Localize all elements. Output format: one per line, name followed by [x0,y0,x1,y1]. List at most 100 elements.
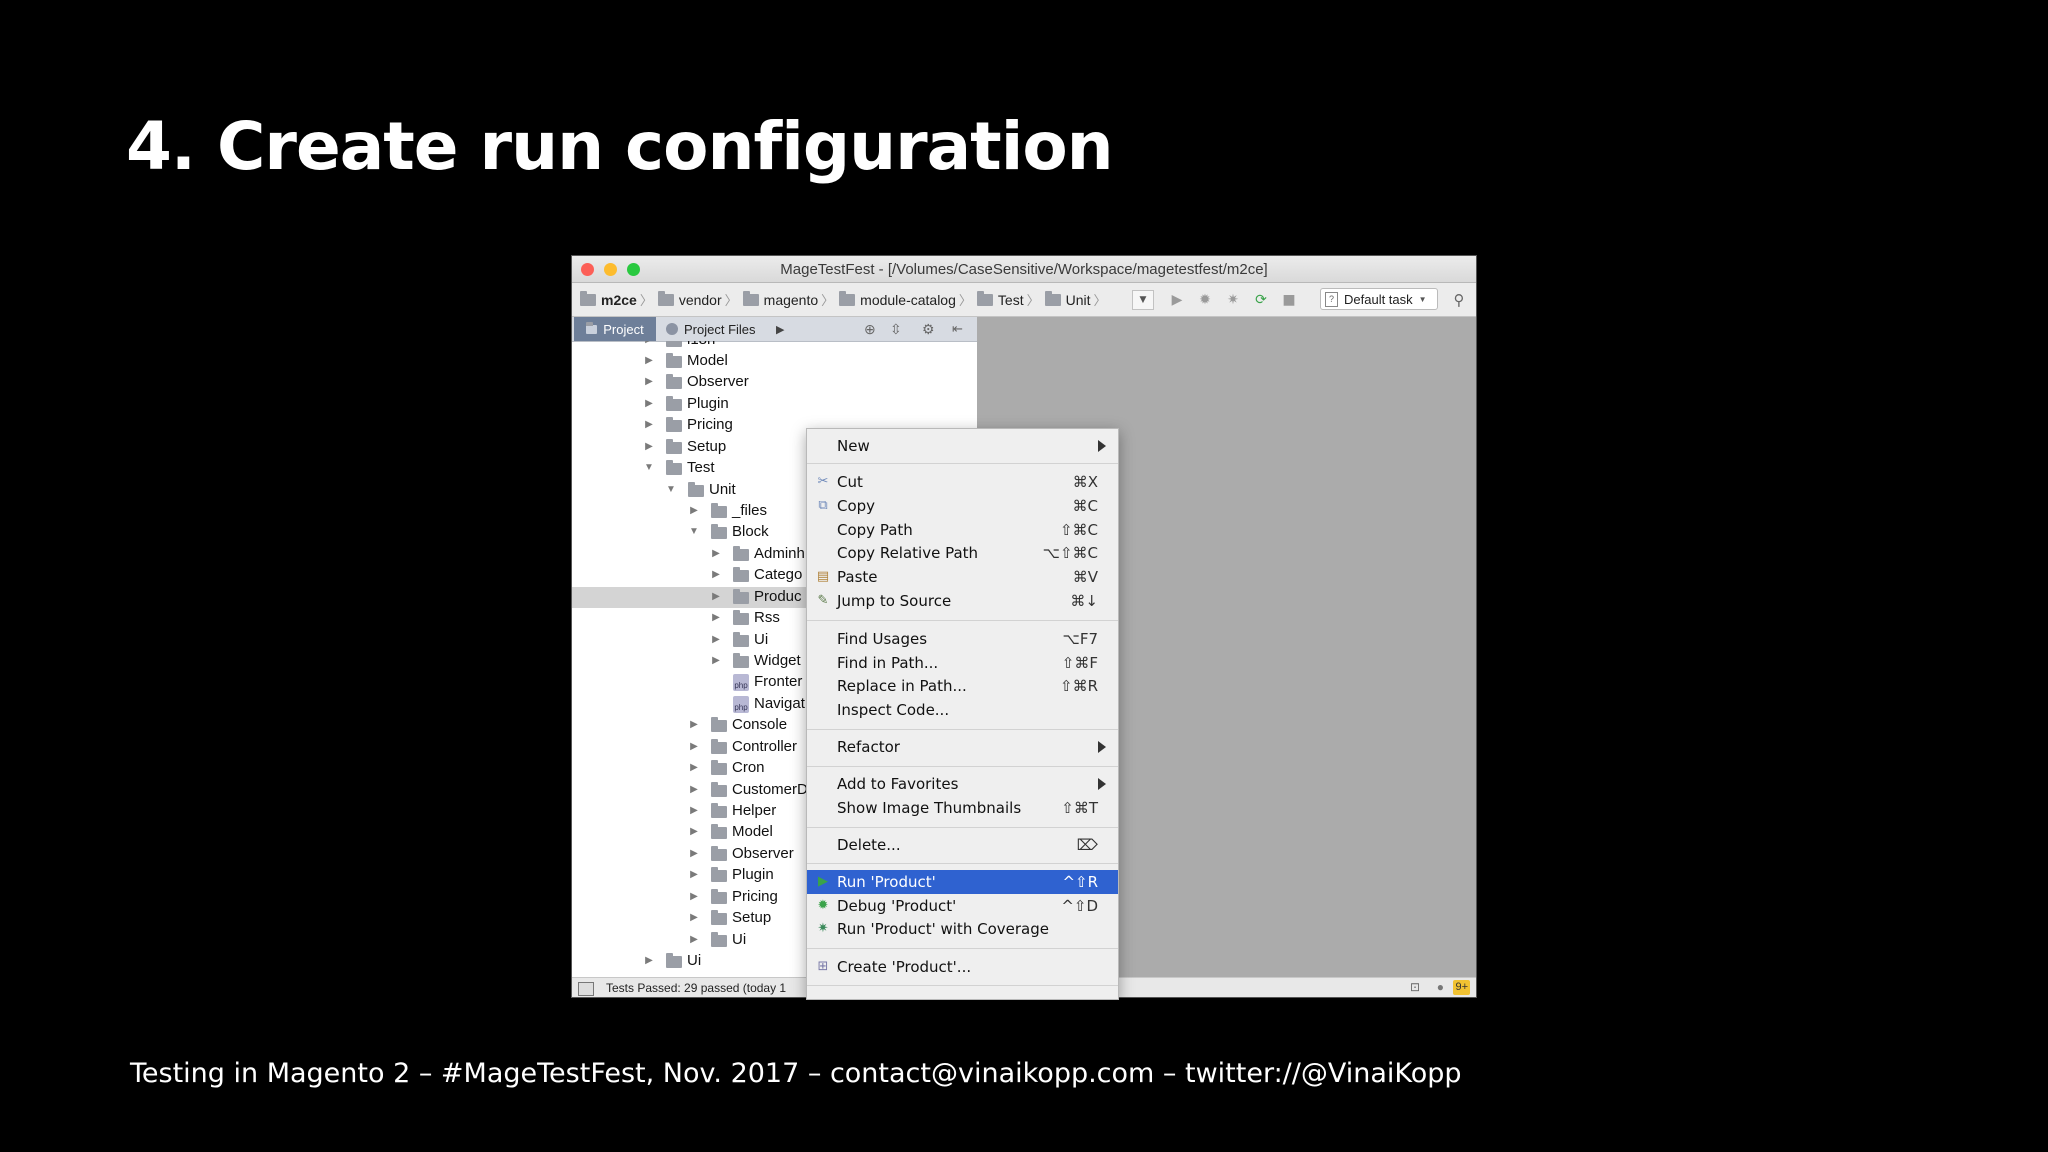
expand-arrow-icon[interactable]: ▶ [689,934,699,945]
expand-arrow-icon[interactable]: ▶ [689,848,699,859]
expand-arrow-icon[interactable]: ▶ [689,784,699,795]
expand-arrow-icon[interactable]: ▶ [644,355,654,366]
folder-icon [711,846,727,861]
tree-item[interactable]: ▶ Model [572,351,977,372]
menu-item-delete[interactable]: Delete... ⌦ [807,833,1118,857]
menu-item-paste[interactable]: ▤ Paste ⌘V [807,565,1118,589]
expand-arrow-icon[interactable]: ▶ [689,741,699,752]
expand-arrow-icon[interactable]: ▶ [711,655,721,666]
menu-item-run-with-coverage[interactable]: ✷ Run 'Product' with Coverage [807,917,1118,941]
breadcrumb-item-vendor[interactable]: vendor 〉 [657,290,743,309]
project-icon [586,321,598,334]
expand-arrow-icon[interactable]: ▶ [711,634,721,645]
menu-separator [807,827,1118,828]
tree-item[interactable]: ▶ Observer [572,372,977,393]
run-icon[interactable]: ▶ [1168,291,1186,309]
lock-icon[interactable]: ⊡ [1410,980,1420,994]
menu-item-run-product[interactable]: ▶ Run 'Product' ^⇧R [807,870,1118,894]
expand-arrow-icon[interactable]: ▶ [644,419,654,430]
chevron-right-icon: 〉 [1094,290,1100,309]
folder-icon [733,546,749,561]
tab-project[interactable]: Project [574,317,656,341]
folder-icon [666,353,682,368]
breadcrumb-item-module-catalog[interactable]: module-catalog 〉 [839,290,977,309]
collapse-arrow-icon[interactable]: ▼ [666,484,676,495]
expand-arrow-icon[interactable]: ▶ [644,955,654,966]
menu-item-add-to-favorites[interactable]: Add to Favorites [807,772,1118,796]
expand-arrow-icon[interactable]: ▶ [689,762,699,773]
project-files-icon [666,323,678,335]
default-task-combo[interactable]: ? Default task ▼ [1320,288,1438,310]
status-text: Tests Passed: 29 passed (today 1 [606,981,787,995]
collapse-arrow-icon[interactable]: ▼ [689,526,699,537]
expand-arrow-icon[interactable]: ▶ [644,398,654,409]
menu-item-copy[interactable]: ⧉ Copy ⌘C [807,494,1118,518]
folder-icon [711,803,727,818]
coverage-icon[interactable]: ✷ [1224,291,1242,309]
gear-icon[interactable]: ⚙ [922,317,935,341]
php-unit-icon: ⊞ [817,959,829,974]
folder-icon [733,589,749,604]
folder-icon [711,824,727,839]
stop-icon[interactable]: ■ [1280,291,1298,309]
navigation-bar: m2ce 〉 vendor 〉 magento 〉 module-catalog 〉 T… [572,283,1476,317]
folder-icon [711,867,727,882]
collapse-all-icon[interactable]: ⇳ [890,317,902,341]
expand-arrow-icon[interactable]: ▶ [644,441,654,452]
expand-arrow-icon[interactable]: ▶ [689,805,699,816]
chevron-right-icon: 〉 [821,293,835,308]
menu-item-jump-to-source[interactable]: ✎ Jump to Source ⌘↓ [807,589,1118,613]
debug-icon[interactable]: ✹ [1196,291,1214,309]
expand-arrow-icon[interactable]: ▶ [711,612,721,623]
menu-item-find-usages[interactable]: Find Usages ⌥F7 [807,627,1118,651]
breadcrumb-item-test[interactable]: Test 〉 [976,290,1045,309]
expand-arrow-icon[interactable]: ▶ [711,548,721,559]
scroll-from-source-icon[interactable]: ⊕ [864,317,876,341]
menu-item-copy-relative-path[interactable]: Copy Relative Path ⌥⇧⌘C [807,541,1118,565]
expand-arrow-icon[interactable]: ▶ [711,591,721,602]
search-icon[interactable]: ⚲ [1450,291,1468,309]
tab-project-files[interactable]: Project Files [666,317,756,341]
expand-arrow-icon[interactable]: ▶ [689,505,699,516]
menu-item-new[interactable]: New [807,434,1118,458]
run-configuration-dropdown[interactable]: ▼ [1132,290,1154,310]
breadcrumb-item-unit[interactable]: Unit〉 [1044,290,1100,309]
menu-item-debug-product[interactable]: ✹ Debug 'Product' ^⇧D [807,894,1118,918]
expand-arrow-icon[interactable]: ▶ [689,891,699,902]
toggle-tool-windows-icon[interactable] [578,982,594,996]
expand-arrow-icon[interactable]: ▶ [689,719,699,730]
expand-arrow-icon[interactable]: ▶ [689,826,699,837]
folder-icon [666,341,682,347]
menu-item-replace-in-path[interactable]: Replace in Path... ⇧⌘R [807,674,1118,698]
menu-item-cut[interactable]: ✂ Cut ⌘X [807,470,1118,494]
more-tabs-icon[interactable]: ▶ [776,317,784,341]
breadcrumb-item-magento[interactable]: magento 〉 [742,290,840,309]
tree-item[interactable]: ▶i18n [572,341,977,351]
menu-item-copy-path[interactable]: Copy Path ⇧⌘C [807,518,1118,542]
hide-panel-icon[interactable]: ⇤ [952,317,963,341]
folder-icon [711,717,727,732]
notifications-badge[interactable]: 9+ [1453,980,1470,995]
expand-arrow-icon[interactable]: ▶ [711,569,721,580]
expand-arrow-icon[interactable]: ▶ [689,912,699,923]
menu-separator [807,463,1118,464]
menu-item-inspect-code[interactable]: Inspect Code... [807,698,1118,722]
menu-item-refactor[interactable]: Refactor [807,735,1118,759]
folder-icon [733,610,749,625]
folder-icon [1044,290,1061,306]
collapse-arrow-icon[interactable]: ▼ [644,462,654,473]
tree-item[interactable]: ▶ Plugin [572,394,977,415]
menu-separator [807,985,1118,986]
folder-icon [711,503,727,518]
rerun-tests-icon[interactable]: ⟳ [1252,291,1270,309]
inspector-icon[interactable]: ● [1437,980,1444,994]
expand-arrow-icon[interactable]: ▶ [644,341,654,345]
expand-arrow-icon[interactable]: ▶ [689,869,699,880]
menu-item-show-image-thumbnails[interactable]: Show Image Thumbnails ⇧⌘T [807,796,1118,820]
menu-item-find-in-path[interactable]: Find in Path... ⇧⌘F [807,651,1118,675]
menu-item-create-product[interactable]: ⊞ Create 'Product'... [807,955,1118,979]
task-icon: ? [1325,291,1338,307]
expand-arrow-icon[interactable]: ▶ [644,376,654,387]
folder-icon [711,760,727,775]
breadcrumb-item-m2ce[interactable]: m2ce 〉 [580,290,658,309]
